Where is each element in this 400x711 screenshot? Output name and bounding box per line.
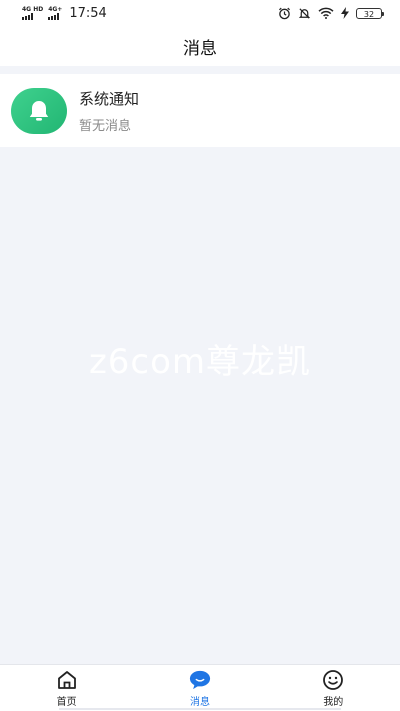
status-left: 4G HD 4G+ 17:54 [22,6,107,21]
notification-text: 系统通知 暂无消息 [79,88,139,134]
notification-title: 系统通知 [79,89,140,108]
profile-icon [322,669,344,691]
signal-1: 4G HD [22,6,43,20]
notification-avatar [11,87,67,134]
notification-item-system[interactable]: 系统通知 暂无消息 [0,74,400,147]
status-right: 32 [278,7,384,20]
alarm-icon [278,7,291,19]
notification-subtitle: 暂无消息 [79,118,132,134]
tab-home[interactable]: 首页 [0,665,133,711]
page-title: 消息 [183,38,217,59]
home-indicator [59,708,341,710]
wifi-icon [318,7,334,19]
watermark-text: z6com尊龙凯 [88,342,312,382]
tab-profile-label: 我的 [323,696,344,708]
battery-icon: 32 [356,7,384,19]
signal-bars-icon [48,12,60,20]
bell-icon [29,100,49,121]
mute-icon [298,7,311,19]
tab-messages[interactable]: 消息 [133,665,266,711]
home-icon [56,669,78,691]
charging-icon [341,7,349,19]
signal-2: 4G+ [48,6,62,20]
bottom-tab-bar: 首页 消息 我的 [0,664,400,711]
clock: 17:54 [69,5,107,21]
message-icon [189,669,211,691]
page-title-bar: 消息 [0,26,400,66]
section-divider [0,66,400,74]
tab-messages-label: 消息 [189,696,210,708]
tab-home-label: 首页 [56,696,77,708]
signal-bars-icon [22,12,33,20]
tab-profile[interactable]: 我的 [267,665,400,711]
status-bar: 4G HD 4G+ 17:54 32 [0,0,400,26]
